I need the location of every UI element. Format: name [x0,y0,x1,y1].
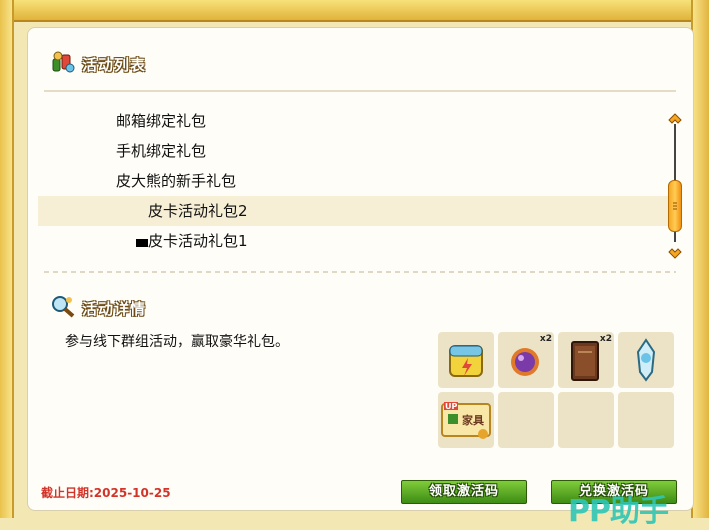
activity-description: 参与线下群组活动，赢取豪华礼包。 [65,334,289,350]
reward-count: x2 [539,334,552,344]
furniture-card-icon [438,402,494,452]
scroll-thumb[interactable] [668,180,682,232]
list-item[interactable]: 皮卡活动礼包1 [38,226,668,256]
battery-pack-icon [438,345,494,392]
scroll-down-icon[interactable] [668,244,682,263]
up-badge: UP [445,402,458,411]
reward-slot[interactable]: x2 [498,332,554,388]
book-icon [558,341,614,392]
activity-list: 邮箱绑定礼包 手机绑定礼包 皮大熊的新手礼包 皮卡活动礼包2 皮卡活动礼包1 [38,106,668,256]
list-item-label: 邮箱绑定礼包 [116,112,207,130]
list-item[interactable]: 邮箱绑定礼包 [38,106,668,136]
activity-detail-header: 活动详情 [50,294,146,322]
reward-count: x2 [599,334,612,344]
deadline-label: 截止日期:2025-10-25 [41,486,171,500]
reward-slot[interactable] [618,332,674,388]
list-item-selected[interactable]: 皮卡活动礼包2 [38,196,668,226]
reward-slot[interactable] [438,332,494,388]
bullet-marker [136,239,148,247]
activity-list-header: 活动列表 [50,50,146,78]
reward-grid: x2 x2 UP 家具 [438,332,674,448]
card-label: 家具 [462,414,484,427]
watermark: PP助手 [568,494,669,529]
window-frame-top [0,0,709,22]
magnifier-icon [50,294,76,322]
purple-orb-icon [498,348,554,392]
list-item-label: 皮大熊的新手礼包 [116,172,237,190]
list-item[interactable]: 手机绑定礼包 [38,136,668,166]
activity-list-icon [50,50,76,78]
list-item[interactable]: 皮大熊的新手礼包 [38,166,668,196]
header-divider [44,90,676,92]
reward-slot-empty [498,392,554,448]
reward-slot[interactable]: UP 家具 [438,392,494,448]
list-scrollbar[interactable] [668,110,682,259]
reward-slot[interactable]: x2 [558,332,614,388]
section-divider [44,271,676,273]
list-item-label: 手机绑定礼包 [116,142,207,160]
activity-list-title: 活动列表 [82,55,147,74]
reward-slot-empty [618,392,674,448]
list-item-label: 皮卡活动礼包2 [148,202,248,220]
list-item-label: 皮卡活动礼包1 [148,232,248,250]
reward-slot-empty [558,392,614,448]
crystal-lantern-icon [618,338,674,392]
activity-panel: 活动列表 邮箱绑定礼包 手机绑定礼包 皮大熊的新手礼包 皮卡活动礼包2 皮卡活动… [27,27,694,529]
activity-detail-title: 活动详情 [82,299,147,318]
window-frame-left [0,0,14,518]
claim-code-button[interactable]: 领取激活码 [401,480,527,504]
